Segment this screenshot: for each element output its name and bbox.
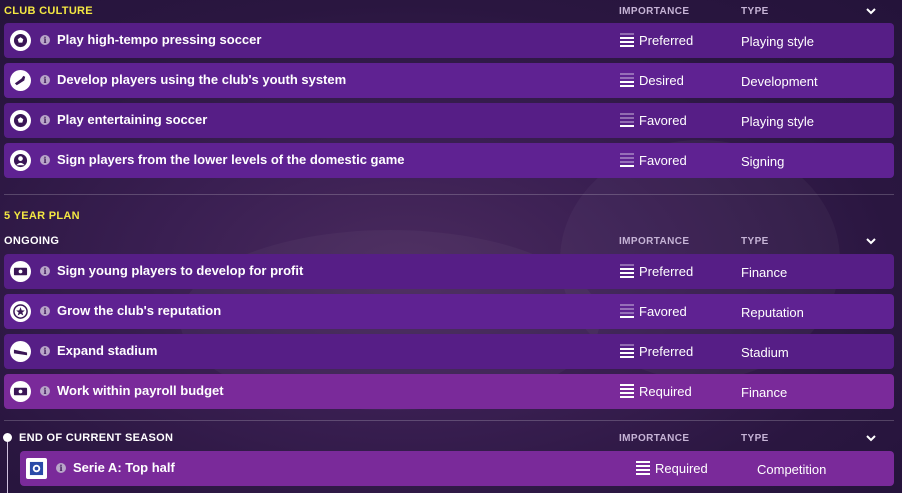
- club-culture-header: CLUB CULTURE IMPORTANCE TYPE: [0, 1, 902, 21]
- importance-bars-icon: [636, 461, 650, 477]
- soccer-ball-icon: [10, 30, 31, 51]
- importance-value: Required: [639, 384, 692, 399]
- money-icon: [10, 261, 31, 282]
- type-value: Reputation: [741, 305, 804, 320]
- info-icon[interactable]: i: [40, 35, 50, 45]
- soccer-ball-icon: [10, 110, 31, 131]
- info-icon[interactable]: i: [40, 266, 50, 276]
- importance-column-header[interactable]: IMPORTANCE: [619, 6, 689, 17]
- chevron-down-icon[interactable]: [866, 6, 876, 16]
- type-value: Finance: [741, 265, 788, 280]
- five-year-plan-title: 5 YEAR PLAN: [4, 210, 80, 222]
- info-icon[interactable]: i: [40, 155, 50, 165]
- info-icon[interactable]: i: [40, 306, 50, 316]
- info-icon[interactable]: i: [40, 115, 50, 125]
- money-icon: [10, 381, 31, 402]
- objective-label: Play high-tempo pressing soccer: [57, 32, 262, 47]
- importance-value: Required: [655, 461, 708, 476]
- importance-bars-icon: [620, 264, 634, 280]
- end-of-season-title: END OF CURRENT SEASON: [19, 432, 174, 444]
- end-of-season-header: END OF CURRENT SEASON IMPORTANCE TYPE: [0, 428, 902, 448]
- objective-label: Work within payroll budget: [57, 383, 224, 398]
- type-value: Signing: [741, 154, 785, 169]
- club-culture-title: CLUB CULTURE: [4, 5, 93, 17]
- objective-label: Play entertaining soccer: [57, 112, 208, 127]
- importance-bars-icon: [620, 33, 634, 49]
- competition-badge-icon: [26, 458, 47, 479]
- type-value: Playing style: [741, 114, 814, 129]
- star-icon: [10, 301, 31, 322]
- five-year-plan-header: 5 YEAR PLAN: [0, 206, 902, 226]
- importance-value: Favored: [639, 153, 687, 168]
- type-column-header[interactable]: TYPE: [741, 6, 769, 17]
- objective-label: Serie A: Top half: [73, 460, 175, 475]
- chevron-down-icon[interactable]: [866, 433, 876, 443]
- importance-value: Favored: [639, 304, 687, 319]
- importance-bars-icon: [620, 113, 634, 129]
- importance-value: Favored: [639, 113, 687, 128]
- info-icon[interactable]: i: [56, 463, 66, 473]
- objective-label: Develop players using the club's youth s…: [57, 72, 347, 87]
- importance-bars-icon: [620, 73, 634, 89]
- importance-value: Preferred: [639, 33, 694, 48]
- type-column-header[interactable]: TYPE: [741, 236, 769, 247]
- ongoing-title: ONGOING: [4, 235, 60, 247]
- objective-label: Expand stadium: [57, 343, 158, 358]
- section-divider: [4, 420, 894, 421]
- type-value: Finance: [741, 385, 788, 400]
- youth-boot-icon: [10, 70, 31, 91]
- objective-row[interactable]: i Grow the club's reputation Favored Reputa…: [4, 294, 894, 329]
- objective-label: Sign young players to develop for profit: [57, 263, 304, 278]
- ongoing-header: ONGOING IMPORTANCE TYPE: [0, 231, 902, 251]
- objective-row[interactable]: i Serie A: Top half Required Competition: [20, 451, 894, 486]
- objective-label: Sign players from the lower levels of th…: [57, 152, 405, 167]
- type-column-header[interactable]: TYPE: [741, 433, 769, 444]
- objective-row[interactable]: i Play high-tempo pressing soccer Preferre…: [4, 23, 894, 58]
- info-icon[interactable]: i: [40, 386, 50, 396]
- type-value: Development: [741, 74, 818, 89]
- objective-row[interactable]: i Sign players from the lower levels of t…: [4, 143, 894, 178]
- objectives-panel: CLUB CULTURE IMPORTANCE TYPE i Play high-…: [0, 0, 902, 493]
- chevron-down-icon[interactable]: [866, 236, 876, 246]
- importance-value: Preferred: [639, 344, 694, 359]
- importance-bars-icon: [620, 304, 634, 320]
- section-divider: [4, 194, 894, 195]
- importance-column-header[interactable]: IMPORTANCE: [619, 236, 689, 247]
- importance-bars-icon: [620, 344, 634, 360]
- person-icon: [10, 150, 31, 171]
- importance-bars-icon: [620, 384, 634, 400]
- stadium-icon: [10, 341, 31, 362]
- type-value: Competition: [757, 462, 827, 477]
- importance-bars-icon: [620, 153, 634, 169]
- timeline-line: [7, 442, 8, 493]
- importance-value: Desired: [639, 73, 684, 88]
- importance-column-header[interactable]: IMPORTANCE: [619, 433, 689, 444]
- info-icon[interactable]: i: [40, 75, 50, 85]
- objective-row[interactable]: i Work within payroll budget Required Finan…: [4, 374, 894, 409]
- objective-row[interactable]: i Sign young players to develop for profi…: [4, 254, 894, 289]
- importance-value: Preferred: [639, 264, 694, 279]
- type-value: Stadium: [741, 345, 789, 360]
- objective-label: Grow the club's reputation: [57, 303, 222, 318]
- type-value: Playing style: [741, 34, 814, 49]
- objective-row[interactable]: i Develop players using the club's youth …: [4, 63, 894, 98]
- info-icon[interactable]: i: [40, 346, 50, 356]
- objective-row[interactable]: i Expand stadium Preferred Stadium: [4, 334, 894, 369]
- objective-row[interactable]: i Play entertaining soccer Favored Playing …: [4, 103, 894, 138]
